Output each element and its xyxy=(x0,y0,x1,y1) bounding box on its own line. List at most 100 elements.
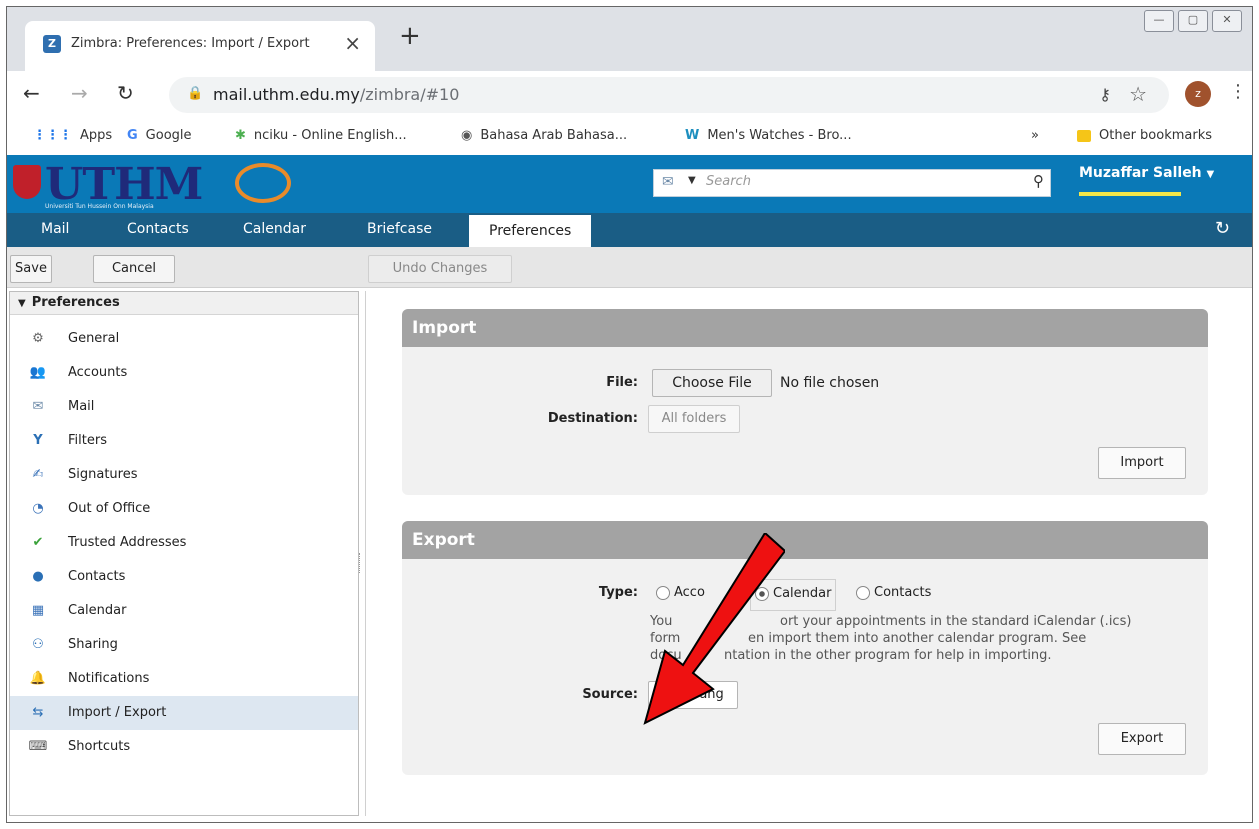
quota-bar xyxy=(1079,192,1181,196)
search-input[interactable]: Search xyxy=(706,174,751,189)
zimbra-header: UTHM Universiti Tun Hussein Onn Malaysia xyxy=(7,155,1252,219)
sidebar-item-filters[interactable]: Y Filters xyxy=(10,424,358,458)
preferences-content: Import File: Choose File No file chosen … xyxy=(365,291,1244,816)
file-label: File: xyxy=(606,375,638,390)
url-text: mail.uthm.edu.my/zimbra/#10 xyxy=(213,85,460,104)
source-label: Source: xyxy=(582,687,638,702)
bookmark-bahasa-arab[interactable]: ◉ Bahasa Arab Bahasa... xyxy=(461,128,627,143)
filter-icon: Y xyxy=(33,433,43,448)
destination-select[interactable]: All folders xyxy=(648,405,740,433)
collapse-triangle-icon: ▼ xyxy=(18,298,26,309)
sidebar-item-accounts[interactable]: 👥 Accounts xyxy=(10,356,358,390)
refresh-icon[interactable]: ↻ xyxy=(1215,218,1230,239)
smile-logo-icon xyxy=(235,163,291,203)
bookmark-google[interactable]: G Google xyxy=(127,128,192,143)
profile-avatar[interactable]: z xyxy=(1185,81,1211,107)
export-button[interactable]: Export xyxy=(1098,723,1186,755)
envelope-icon: ✉ xyxy=(32,399,44,414)
action-toolbar: Save Cancel Undo Changes xyxy=(7,247,1252,288)
back-icon[interactable]: ← xyxy=(23,81,40,105)
type-label: Type: xyxy=(598,585,638,600)
bookmark-other[interactable]: Other bookmarks xyxy=(1077,128,1212,143)
bookmark-nciku[interactable]: ✱ nciku - Online English... xyxy=(235,128,407,143)
person-icon: ● xyxy=(32,569,44,584)
import-button[interactable]: Import xyxy=(1098,447,1186,479)
tab-briefcase[interactable]: Briefcase xyxy=(367,221,432,237)
google-icon: G xyxy=(127,128,138,143)
preferences-sidebar: ▼ Preferences ⚙ General 👥 Accounts ✉ Mail YF… xyxy=(9,291,359,816)
out-of-office-icon: ◔ xyxy=(32,501,44,516)
calendar-icon: ▦ xyxy=(31,603,45,618)
sidebar-item-shortcuts[interactable]: ⌨ Shortcuts xyxy=(10,730,358,764)
export-hint-1b: ort your appointments in the standard iC… xyxy=(780,614,1132,629)
export-hint-2b: en import them into another calendar pro… xyxy=(748,631,1087,646)
browser-toolbar: ← → ↻ 🔒 mail.uthm.edu.my/zimbra/#10 ⚷ ☆ … xyxy=(7,71,1252,119)
globe-icon: ◉ xyxy=(461,128,473,143)
sidebar-item-contacts[interactable]: ● Contacts xyxy=(10,560,358,594)
zimbra-favicon-icon: Z xyxy=(43,35,61,53)
sidebar-item-mail[interactable]: ✉ Mail xyxy=(10,390,358,424)
close-window-icon[interactable]: ✕ xyxy=(1212,10,1242,32)
forward-icon[interactable]: → xyxy=(71,81,88,105)
import-panel: Import File: Choose File No file chosen … xyxy=(402,309,1208,495)
type-option-contacts[interactable]: Contacts xyxy=(856,585,931,600)
w-icon: W xyxy=(685,128,700,143)
accounts-icon: 👥 xyxy=(29,365,47,380)
tab-preferences[interactable]: Preferences xyxy=(469,215,592,247)
sidebar-item-general[interactable]: ⚙ General xyxy=(10,322,358,356)
maximize-icon[interactable]: ▢ xyxy=(1178,10,1208,32)
apps-grid-icon: ⋮⋮⋮ xyxy=(33,128,72,143)
menu-kebab-icon[interactable]: ⋮ xyxy=(1229,81,1247,102)
minimize-icon[interactable]: — xyxy=(1144,10,1174,32)
sidebar-splitter[interactable] xyxy=(359,553,364,573)
uthm-crest-icon xyxy=(13,165,41,199)
folder-icon xyxy=(1077,129,1091,142)
reload-icon[interactable]: ↻ xyxy=(117,81,134,105)
sidebar-item-trusted-addresses[interactable]: ✔ Trusted Addresses xyxy=(10,526,358,560)
browser-tab-strip: Z Zimbra: Preferences: Import / Export ×… xyxy=(7,7,1252,79)
sidebar-header[interactable]: ▼ Preferences xyxy=(10,292,358,315)
sidebar-item-import-export[interactable]: ⇆ Import / Export xyxy=(10,696,358,730)
bookmark-apps[interactable]: ⋮⋮⋮ Apps xyxy=(33,128,112,143)
search-type-dropdown-icon[interactable]: ▼ xyxy=(688,175,696,186)
more-bookmarks-icon[interactable]: » xyxy=(1031,128,1039,143)
search-icon[interactable]: ⚲ xyxy=(1033,172,1044,190)
key-icon[interactable]: ⚷ xyxy=(1099,85,1111,104)
bookmark-star-icon[interactable]: ☆ xyxy=(1129,82,1147,106)
bookmark-mens-watches[interactable]: W Men's Watches - Bro... xyxy=(685,128,852,143)
sidebar-item-signatures[interactable]: ✍ Signatures xyxy=(10,458,358,492)
tab-calendar[interactable]: Calendar xyxy=(243,221,306,237)
export-panel: Export Type: Acco Calendar Contacts You … xyxy=(402,521,1208,775)
browser-window: Z Zimbra: Preferences: Import / Export ×… xyxy=(6,6,1253,823)
bell-icon: 🔔 xyxy=(29,671,47,686)
sidebar-item-notifications[interactable]: 🔔 Notifications xyxy=(10,662,358,696)
user-menu[interactable]: Muzaffar Salleh ▼ xyxy=(1079,165,1214,196)
lock-icon: 🔒 xyxy=(187,86,204,101)
tab-mail[interactable]: Mail xyxy=(41,221,69,237)
uthm-logo: UTHM Universiti Tun Hussein Onn Malaysia xyxy=(13,159,313,213)
choose-file-button[interactable]: Choose File xyxy=(652,369,772,397)
sharing-icon: ⚇ xyxy=(32,637,44,652)
sidebar-item-calendar[interactable]: ▦ Calendar xyxy=(10,594,358,628)
keyboard-shortcut-icon: ⌨ xyxy=(28,739,48,754)
radio-contacts xyxy=(856,585,870,600)
cancel-button[interactable]: Cancel xyxy=(93,255,175,283)
address-bar[interactable]: 🔒 mail.uthm.edu.my/zimbra/#10 ⚷ ☆ xyxy=(169,77,1169,113)
mail-search-icon[interactable]: ✉ xyxy=(662,174,674,190)
import-export-icon: ⇆ xyxy=(32,705,44,720)
undo-changes-button[interactable]: Undo Changes xyxy=(368,255,512,283)
sidebar-item-sharing[interactable]: ⚇ Sharing xyxy=(10,628,358,662)
app-tabs: Mail Contacts Calendar Briefcase Prefere… xyxy=(7,213,1252,247)
export-panel-title: Export xyxy=(402,521,1208,559)
save-button[interactable]: Save xyxy=(10,255,52,283)
signature-icon: ✍ xyxy=(32,467,44,482)
search-box[interactable]: ✉ ▼ Search ⚲ xyxy=(653,169,1051,197)
window-controls: — ▢ ✕ xyxy=(1144,10,1242,32)
new-tab-icon[interactable]: + xyxy=(399,21,421,51)
red-arrow-annotation xyxy=(643,533,785,725)
tab-contacts[interactable]: Contacts xyxy=(127,221,189,237)
sidebar-item-out-of-office[interactable]: ◔ Out of Office xyxy=(10,492,358,526)
import-panel-title: Import xyxy=(402,309,1208,347)
close-tab-icon[interactable]: × xyxy=(344,31,361,55)
gear-icon: ⚙ xyxy=(32,331,44,346)
